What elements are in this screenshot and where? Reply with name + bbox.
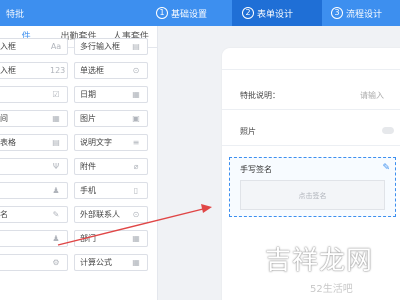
control-label: 说明文字 xyxy=(80,138,112,147)
control-phone[interactable]: 手机 ▯ xyxy=(74,182,148,199)
text-icon: Aa xyxy=(50,42,62,51)
step-process-design[interactable]: 3 流程设计 xyxy=(325,0,400,26)
calculator-icon: ▦ xyxy=(132,258,140,267)
step-number: 2 xyxy=(242,7,254,19)
control-formula[interactable]: 计算公式 ▦ xyxy=(74,254,148,271)
checkbox-icon: ☑ xyxy=(52,90,60,99)
control-checkbox[interactable]: ☑ xyxy=(0,86,68,103)
control-single-line-input[interactable]: 入框 Aa xyxy=(0,38,68,55)
control-radio[interactable]: 单选框 ⊙ xyxy=(74,62,148,79)
gear-icon: ⚙ xyxy=(52,258,60,267)
watermark-sub: 52生活吧 xyxy=(310,284,353,295)
number-icon: 123 xyxy=(50,66,66,75)
control-label: 外部联系人 xyxy=(80,210,120,219)
person-icon: ♟ xyxy=(52,186,60,195)
step-number: 1 xyxy=(156,7,168,19)
calendar-icon: ▦ xyxy=(52,114,60,123)
phone-header xyxy=(222,48,400,70)
control-label: 间 xyxy=(0,114,8,123)
pen-icon: ✎ xyxy=(52,210,60,219)
control-label: 入框 xyxy=(0,66,16,75)
form-title: 特批 xyxy=(6,10,25,20)
step-form-design[interactable]: 2 表单设计 xyxy=(232,0,322,26)
control-table[interactable]: 表格 ▤ xyxy=(0,134,68,151)
form-field-photo[interactable]: 照片 xyxy=(222,116,400,146)
field-label: 照片 xyxy=(240,127,256,136)
control-attachment[interactable]: 附件 ⌀ xyxy=(74,158,148,175)
step-label: 流程设计 xyxy=(346,9,383,20)
control-date-range[interactable]: 间 ▦ xyxy=(0,110,68,127)
control-signature[interactable]: 名 ✎ xyxy=(0,206,68,223)
camera-icon xyxy=(382,127,394,134)
org-icon: ▦ xyxy=(132,234,140,243)
control-grid: 入框 Aa 多行输入框 ▤ 入框 123 单选框 ⊙ ☑ 日期 ▦ 间 ▦ 图片 ▣ 表格 ▤ … xyxy=(0,38,154,278)
calendar-icon: ▦ xyxy=(132,90,140,99)
control-date[interactable]: 日期 ▦ xyxy=(74,86,148,103)
watermark-logo: 吉祥龙网 xyxy=(265,246,374,276)
control-contact[interactable]: ♟ xyxy=(0,182,68,199)
control-label: 附件 xyxy=(80,162,96,171)
control-multi-line-input[interactable]: 多行输入框 ▤ xyxy=(74,38,148,55)
control-money[interactable]: Ψ xyxy=(0,158,68,175)
step-number: 3 xyxy=(331,7,343,19)
step-label: 表单设计 xyxy=(257,9,294,20)
control-label: 单选框 xyxy=(80,66,104,75)
control-employee[interactable]: ♟ xyxy=(0,230,68,247)
control-label: 手机 xyxy=(80,186,96,195)
text-lines-icon: ≡ xyxy=(132,138,140,147)
form-field-description[interactable]: 特批说明： 请输入 xyxy=(222,80,400,110)
pen-icon[interactable]: ✎ xyxy=(382,163,390,173)
control-number-input[interactable]: 入框 123 xyxy=(0,62,68,79)
control-label: 表格 xyxy=(0,138,16,147)
table-icon: ▤ xyxy=(52,138,60,147)
person-icon: ♟ xyxy=(52,234,60,243)
paperclip-icon: ⌀ xyxy=(133,162,139,171)
control-department[interactable]: 部门 ▦ xyxy=(74,230,148,247)
control-label: 日期 xyxy=(80,90,96,99)
control-label: 部门 xyxy=(80,234,96,243)
control-label: 多行输入框 xyxy=(80,42,120,51)
step-basic-settings[interactable]: 1 基础设置 xyxy=(150,0,235,26)
control-image[interactable]: 图片 ▣ xyxy=(74,110,148,127)
top-nav-bar: 特批 1 基础设置 2 表单设计 3 流程设计 xyxy=(0,0,400,26)
field-placeholder: 请输入 xyxy=(360,91,384,100)
control-label: 入框 xyxy=(0,42,16,51)
multiline-icon: ▤ xyxy=(132,42,140,51)
eye-icon: ⊙ xyxy=(132,210,140,219)
signature-label: 手写签名 xyxy=(240,165,272,174)
field-label: 特批说明： xyxy=(240,91,280,100)
control-external-contact[interactable]: 外部联系人 ⊙ xyxy=(74,206,148,223)
signature-pad[interactable]: 点击签名 xyxy=(240,180,385,210)
phone-icon: ▯ xyxy=(133,186,139,195)
control-misc[interactable]: ⚙ xyxy=(0,254,68,271)
signature-field[interactable]: 手写签名 ✎ 点击签名 xyxy=(229,157,396,217)
control-description-text[interactable]: 说明文字 ≡ xyxy=(74,134,148,151)
image-icon: ▣ xyxy=(132,114,140,123)
currency-icon: Ψ xyxy=(52,162,60,171)
control-label: 图片 xyxy=(80,114,96,123)
radio-icon: ⊙ xyxy=(132,66,140,75)
control-label: 名 xyxy=(0,210,8,219)
step-label: 基础设置 xyxy=(171,9,208,20)
control-label: 计算公式 xyxy=(80,258,112,267)
